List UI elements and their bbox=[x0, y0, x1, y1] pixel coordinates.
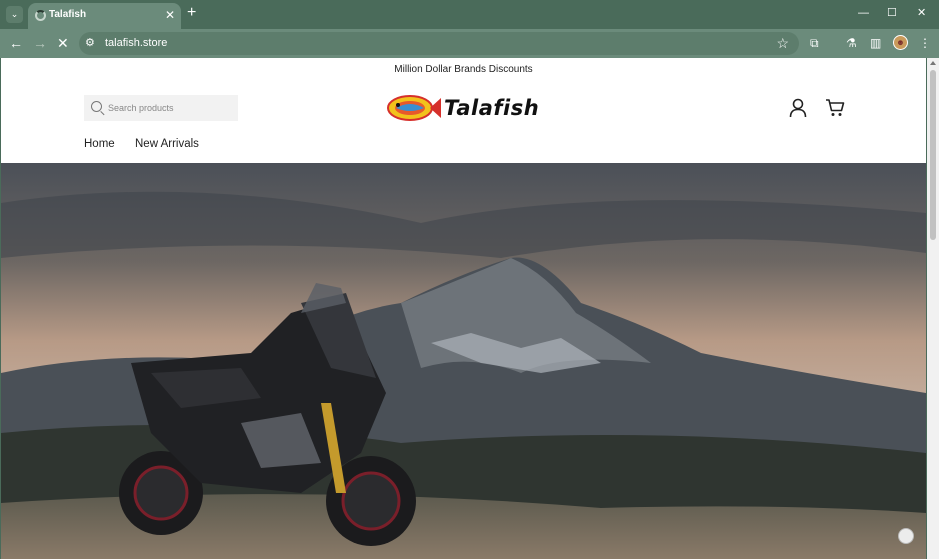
extensions-icon[interactable]: ⧉ bbox=[810, 36, 819, 50]
loading-spinner-icon bbox=[35, 10, 46, 21]
profile-avatar-icon[interactable]: ☻ bbox=[893, 35, 908, 50]
site-info-icon[interactable]: ⚙ bbox=[85, 36, 95, 49]
forward-arrow-icon[interactable]: → bbox=[33, 35, 47, 51]
site-logo[interactable]: Talafish bbox=[386, 94, 546, 122]
plus-icon[interactable]: + bbox=[187, 5, 196, 21]
stop-loading-icon[interactable]: ✕ bbox=[57, 35, 69, 51]
hero-motorcycle-mountain-image bbox=[1, 163, 926, 559]
close-icon[interactable]: ✕ bbox=[165, 8, 175, 22]
browser-titlebar: ⌄ Talafish ✕ + — ☐ ✕ bbox=[0, 0, 939, 29]
hero-banner-image bbox=[1, 163, 926, 559]
account-icon[interactable] bbox=[789, 98, 807, 118]
close-window-icon[interactable]: ✕ bbox=[917, 6, 926, 20]
side-panel-icon[interactable]: ▥ bbox=[870, 36, 881, 50]
announcement-bar: Million Dollar Brands Discounts bbox=[394, 64, 533, 75]
browser-tab[interactable]: Talafish ✕ bbox=[28, 3, 181, 29]
maximize-icon[interactable]: ☐ bbox=[887, 6, 897, 20]
search-icon bbox=[91, 101, 102, 112]
nav-link-home[interactable]: Home bbox=[84, 138, 115, 150]
labs-icon[interactable]: ⚗ bbox=[846, 36, 857, 50]
nav-link-new-arrivals[interactable]: New Arrivals bbox=[135, 138, 199, 150]
logo-text: Talafish bbox=[444, 96, 540, 120]
browser-toolbar: ← → ✕ ⚙ talafish.store ☆ ⧉ ⚗ ▥ ⋮ bbox=[0, 29, 939, 58]
menu-dots-icon[interactable]: ⋮ bbox=[919, 36, 931, 50]
chat-widget-icon[interactable] bbox=[898, 528, 914, 544]
minimize-icon[interactable]: — bbox=[858, 6, 869, 20]
bookmark-star-icon[interactable]: ☆ bbox=[776, 35, 789, 52]
tab-list-icon[interactable]: ⌄ bbox=[6, 6, 23, 23]
search-input[interactable] bbox=[108, 99, 232, 117]
back-arrow-icon[interactable]: ← bbox=[9, 35, 23, 51]
cart-icon[interactable] bbox=[825, 98, 845, 117]
scrollbar[interactable] bbox=[927, 58, 939, 559]
scroll-up-arrow-icon[interactable] bbox=[930, 61, 936, 65]
search-bar[interactable] bbox=[84, 95, 238, 121]
url-text[interactable]: talafish.store bbox=[105, 37, 167, 49]
tab-title: Talafish bbox=[49, 9, 87, 20]
address-bar[interactable]: ⚙ talafish.store ☆ bbox=[79, 32, 799, 55]
fish-logo-icon bbox=[387, 95, 441, 121]
web-page: Million Dollar Brands Discounts Talafish… bbox=[1, 58, 926, 559]
scrollbar-thumb[interactable] bbox=[930, 70, 936, 240]
